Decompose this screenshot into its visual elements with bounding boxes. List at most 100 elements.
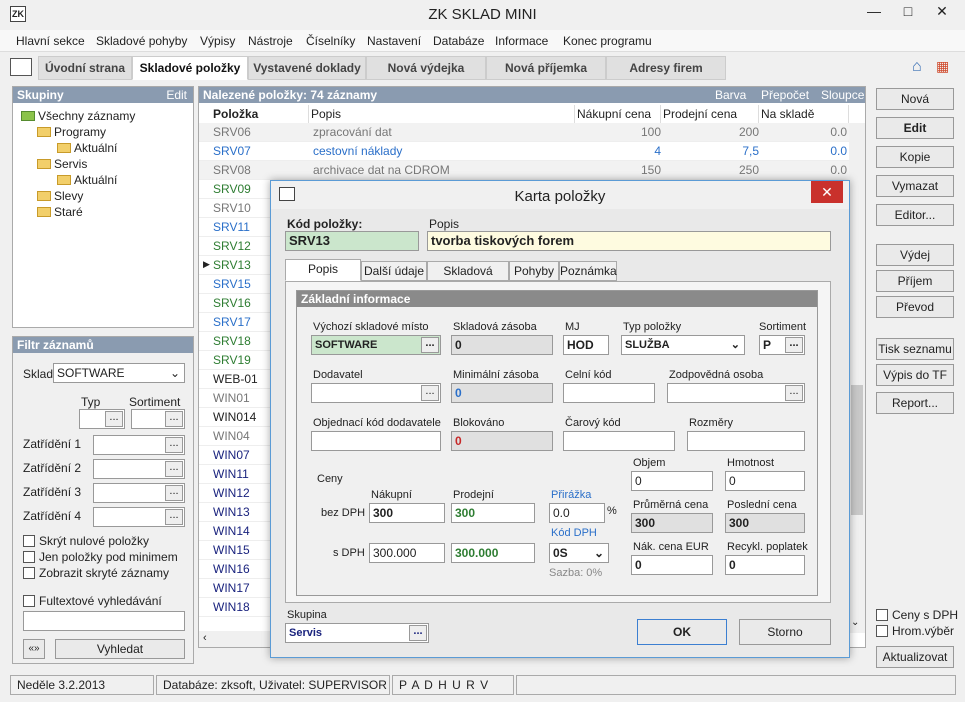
skupina-input[interactable]: Servis... bbox=[285, 623, 429, 643]
dodavatel-input[interactable]: ... bbox=[311, 383, 441, 403]
menu-konec[interactable]: Konec programu bbox=[563, 34, 652, 48]
prodej-s-input[interactable]: 300.000 bbox=[451, 543, 535, 563]
prirazka-label[interactable]: Přirážka bbox=[551, 489, 591, 501]
grid-icon[interactable]: ▦ bbox=[936, 58, 949, 75]
col-popis[interactable]: Popis bbox=[311, 105, 575, 123]
fulltext-checkbox[interactable] bbox=[23, 595, 35, 607]
nakup-s-input[interactable]: 300.000 bbox=[369, 543, 445, 563]
menu-hlavni[interactable]: Hlavní sekce bbox=[16, 34, 85, 48]
tree-item-servis[interactable]: Servis bbox=[37, 157, 87, 171]
tree-item-slevy[interactable]: Slevy bbox=[37, 189, 83, 203]
popis-input[interactable]: tvorba tiskových forem bbox=[427, 231, 831, 251]
browse-icon[interactable]: ... bbox=[165, 437, 183, 453]
sort-input[interactable]: P... bbox=[759, 335, 805, 355]
zat3-input[interactable]: ... bbox=[93, 483, 185, 503]
browse-icon[interactable]: ... bbox=[421, 337, 439, 353]
prices-vat-checkbox[interactable] bbox=[876, 609, 888, 621]
fulltext-input[interactable] bbox=[23, 611, 185, 631]
dtab-pohyby[interactable]: Pohyby bbox=[509, 261, 559, 281]
carovy-input[interactable] bbox=[563, 431, 675, 451]
scroll-thumb[interactable] bbox=[851, 385, 863, 515]
tab-uvod[interactable]: Úvodní strana bbox=[38, 56, 132, 80]
refresh-button[interactable]: Aktualizovat bbox=[876, 646, 954, 668]
below-min-checkbox[interactable] bbox=[23, 551, 35, 563]
tab-adresy[interactable]: Adresy firem bbox=[606, 56, 726, 80]
objem-input[interactable]: 0 bbox=[631, 471, 713, 491]
hide-zero-checkbox[interactable] bbox=[23, 535, 35, 547]
tree-item-servis-aktualni[interactable]: Aktuální bbox=[57, 173, 117, 187]
kod-dph-label[interactable]: Kód DPH bbox=[551, 527, 597, 539]
right-button-0[interactable]: Nová bbox=[876, 88, 954, 110]
prodej-bez-input[interactable]: 300 bbox=[451, 503, 535, 523]
dtab-poznamka[interactable]: Poznámka bbox=[559, 261, 617, 281]
browse-icon[interactable]: ... bbox=[165, 509, 183, 525]
barva-link[interactable]: Barva bbox=[715, 87, 746, 103]
right-button-4[interactable]: Editor... bbox=[876, 204, 954, 226]
col-polozka[interactable]: Položka bbox=[213, 105, 309, 123]
dtab-mista[interactable]: Skladová místa bbox=[427, 261, 509, 296]
table-row[interactable]: SRV06 zpracování dat 100 200 0.0 bbox=[199, 123, 849, 142]
tree-item-all[interactable]: Všechny záznamy bbox=[21, 109, 135, 123]
menu-nastaveni[interactable]: Nastavení bbox=[367, 34, 421, 48]
zodp-input[interactable]: ... bbox=[667, 383, 805, 403]
show-hidden-checkbox[interactable] bbox=[23, 567, 35, 579]
sortiment-input[interactable]: ... bbox=[131, 409, 185, 429]
hmot-input[interactable]: 0 bbox=[725, 471, 805, 491]
menu-databaze[interactable]: Databáze bbox=[433, 34, 484, 48]
prirazka-input[interactable]: 0.0 bbox=[549, 503, 605, 523]
tree-item-stare[interactable]: Staré bbox=[37, 205, 83, 219]
recykl-input[interactable]: 0 bbox=[725, 555, 805, 575]
right-button-2[interactable]: Kopie bbox=[876, 146, 954, 168]
sklad-select[interactable]: SOFTWARE ⌄ bbox=[53, 363, 185, 383]
objkod-input[interactable] bbox=[311, 431, 441, 451]
dtab-popis[interactable]: Popis položky bbox=[285, 259, 361, 294]
right-button-3[interactable]: Vymazat bbox=[876, 175, 954, 197]
tab-doklady[interactable]: Vystavené doklady bbox=[248, 56, 366, 80]
zat1-input[interactable]: ... bbox=[93, 435, 185, 455]
tab-vydejka[interactable]: Nová výdejka bbox=[366, 56, 486, 80]
eur-input[interactable]: 0 bbox=[631, 555, 713, 575]
zat4-input[interactable]: ... bbox=[93, 507, 185, 527]
search-button[interactable]: Vyhledat bbox=[55, 639, 185, 659]
menu-vypisy[interactable]: Výpisy bbox=[200, 34, 235, 48]
table-row[interactable]: SRV07 cestovní náklady 4 7,5 0.0 bbox=[199, 142, 849, 161]
storno-button[interactable]: Storno bbox=[739, 619, 831, 645]
tree-item-programy-aktualni[interactable]: Aktuální bbox=[57, 141, 117, 155]
celni-input[interactable] bbox=[563, 383, 655, 403]
right-button-6[interactable]: Příjem bbox=[876, 270, 954, 292]
scroll-down-icon[interactable]: ⌄ bbox=[851, 617, 859, 628]
browse-icon[interactable]: ... bbox=[785, 337, 803, 353]
tree-item-programy[interactable]: Programy bbox=[37, 125, 106, 139]
right-button-7[interactable]: Převod bbox=[876, 296, 954, 318]
browse-icon[interactable]: ... bbox=[785, 385, 803, 401]
nakup-bez-input[interactable]: 300 bbox=[369, 503, 445, 523]
col-nakupni[interactable]: Nákupní cena bbox=[577, 105, 661, 123]
menu-nastroje[interactable]: Nástroje bbox=[248, 34, 293, 48]
home-icon[interactable]: ⌂ bbox=[912, 58, 922, 76]
tab-polozky[interactable]: Skladové položky bbox=[132, 56, 248, 80]
toggle-button[interactable]: «» bbox=[23, 639, 45, 659]
zat2-input[interactable]: ... bbox=[93, 459, 185, 479]
min-value[interactable]: 0 bbox=[451, 383, 553, 403]
kod-input[interactable]: SRV13 bbox=[285, 231, 419, 251]
minimize-button[interactable]: — bbox=[858, 0, 890, 22]
right-button-5[interactable]: Výdej bbox=[876, 244, 954, 266]
browse-icon[interactable]: ... bbox=[165, 461, 183, 477]
browse-icon[interactable]: ... bbox=[165, 485, 183, 501]
tab-prijemka[interactable]: Nová příjemka bbox=[486, 56, 606, 80]
menu-informace[interactable]: Informace bbox=[495, 34, 548, 48]
mj-input[interactable]: HOD bbox=[563, 335, 609, 355]
menu-pohyby[interactable]: Skladové pohyby bbox=[96, 34, 187, 48]
rozmery-input[interactable] bbox=[687, 431, 805, 451]
browse-icon[interactable]: ... bbox=[409, 625, 427, 641]
dtab-dalsi[interactable]: Další údaje bbox=[361, 261, 427, 281]
menu-ciselniky[interactable]: Číselníky bbox=[306, 34, 355, 48]
typ-select[interactable]: SLUŽBA ⌄ bbox=[621, 335, 745, 355]
right-button-10[interactable]: Report... bbox=[876, 392, 954, 414]
sloupce-link[interactable]: Sloupce bbox=[821, 87, 864, 103]
close-button[interactable]: ✕ bbox=[926, 0, 958, 22]
scroll-left-icon[interactable]: ‹ bbox=[203, 632, 207, 644]
col-prodejni[interactable]: Prodejní cena bbox=[663, 105, 759, 123]
right-button-8[interactable]: Tisk seznamu bbox=[876, 338, 954, 360]
vychozi-input[interactable]: SOFTWARE... bbox=[311, 335, 441, 355]
